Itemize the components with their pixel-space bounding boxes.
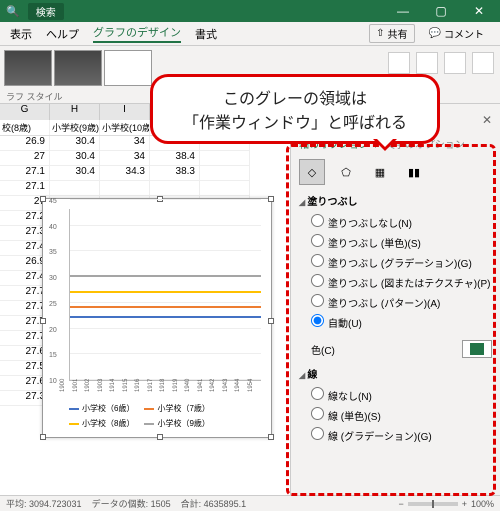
fill-section-header[interactable]: 塗りつぶし bbox=[299, 193, 492, 208]
tab-view[interactable]: 表示 bbox=[10, 26, 32, 42]
fill-option[interactable]: 塗りつぶし (パターン)(A) bbox=[311, 292, 492, 312]
line-option[interactable]: 線 (単色)(S) bbox=[311, 405, 492, 425]
title-bar: 🔍 検索 — ▢ ✕ bbox=[0, 0, 500, 22]
table-row[interactable]: 27.1 bbox=[0, 181, 290, 196]
table-row[interactable]: 27.130.434.338.3 bbox=[0, 166, 290, 181]
table-row[interactable]: 2730.43438.4 bbox=[0, 151, 290, 166]
effects-icon[interactable]: ⬠ bbox=[333, 159, 359, 185]
search-icon: 🔍 bbox=[6, 5, 20, 18]
search-box[interactable]: 検索 bbox=[28, 3, 64, 20]
chart-x-axis[interactable]: 1900190119021903191419151916191719181919… bbox=[69, 383, 261, 401]
chart-plot-area[interactable] bbox=[69, 209, 261, 381]
fill-option[interactable]: 自動(U) bbox=[311, 312, 492, 332]
embedded-chart[interactable]: 1015202530354045 19001901190219031914191… bbox=[42, 198, 272, 438]
fill-line-icon[interactable]: ◇ bbox=[299, 159, 325, 185]
fill-option[interactable]: 塗りつぶし (単色)(S) bbox=[311, 232, 492, 252]
comment-button[interactable]: 💬コメント bbox=[423, 25, 490, 42]
tab-chart-design[interactable]: グラフのデザイン bbox=[93, 24, 181, 43]
tab-help[interactable]: ヘルプ bbox=[46, 26, 79, 42]
change-chart-icon[interactable] bbox=[444, 52, 466, 74]
chart-legend[interactable]: 小学校（6歳）小学校（7歳）小学校（8歳）小学校（9歳） bbox=[69, 403, 261, 429]
status-bar: 平均: 3094.723031 データの個数: 1505 合計: 4635895… bbox=[0, 495, 500, 511]
line-section-header[interactable]: 線 bbox=[299, 366, 492, 381]
maximize-button[interactable]: ▢ bbox=[426, 4, 456, 18]
minimize-button[interactable]: — bbox=[388, 4, 418, 18]
style-thumb[interactable] bbox=[104, 50, 152, 86]
fill-options: 塗りつぶしなし(N)塗りつぶし (単色)(S)塗りつぶし (グラデーション)(G… bbox=[299, 208, 492, 336]
worksheet[interactable]: GHIJK 校(8歳)小学校(9歳)小学校(10歳)小学校(11歳) 26.93… bbox=[0, 104, 290, 495]
annotation-callout: このグレーの領域は 「作業ウィンドウ」と呼ばれる bbox=[150, 74, 440, 144]
ribbon-group-label: ラフ スタイル bbox=[0, 90, 156, 103]
select-data-icon[interactable] bbox=[416, 52, 438, 74]
fill-option[interactable]: 塗りつぶしなし(N) bbox=[311, 212, 492, 232]
line-options: 線なし(N)線 (単色)(S)線 (グラデーション)(G) bbox=[299, 381, 492, 449]
zoom-slider[interactable] bbox=[408, 502, 458, 506]
switch-rowcol-icon[interactable] bbox=[388, 52, 410, 74]
line-option[interactable]: 線 (グラデーション)(G) bbox=[311, 425, 492, 445]
zoom-out-button[interactable]: − bbox=[398, 499, 403, 509]
pane-close-button[interactable]: ✕ bbox=[482, 113, 492, 127]
zoom-in-button[interactable]: + bbox=[462, 499, 467, 509]
zoom-level[interactable]: 100% bbox=[471, 499, 494, 509]
move-chart-icon[interactable] bbox=[472, 52, 494, 74]
fill-option[interactable]: 塗りつぶし (図またはテクスチャ)(P) bbox=[311, 272, 492, 292]
close-window-button[interactable]: ✕ bbox=[464, 4, 494, 18]
status-count: データの個数: 1505 bbox=[92, 497, 171, 510]
share-button[interactable]: ⇧共有 bbox=[369, 24, 414, 43]
color-picker-button[interactable] bbox=[462, 340, 492, 358]
status-sum: 合計: 4635895.1 bbox=[181, 497, 247, 510]
tab-format[interactable]: 書式 bbox=[195, 26, 217, 42]
chart-style-gallery[interactable] bbox=[0, 46, 156, 90]
status-avg: 平均: 3094.723031 bbox=[6, 497, 82, 510]
fill-option[interactable]: 塗りつぶし (グラデーション)(G) bbox=[311, 252, 492, 272]
line-option[interactable]: 線なし(N) bbox=[311, 385, 492, 405]
axis-chart-icon[interactable]: ▮▮ bbox=[401, 159, 427, 185]
style-thumb[interactable] bbox=[54, 50, 102, 86]
ribbon-tabs: 表示 ヘルプ グラフのデザイン 書式 ⇧共有 💬コメント bbox=[0, 22, 500, 46]
color-label: 色(C) bbox=[311, 342, 335, 357]
chart-y-axis[interactable]: 1015202530354045 bbox=[49, 205, 67, 381]
style-thumb[interactable] bbox=[4, 50, 52, 86]
